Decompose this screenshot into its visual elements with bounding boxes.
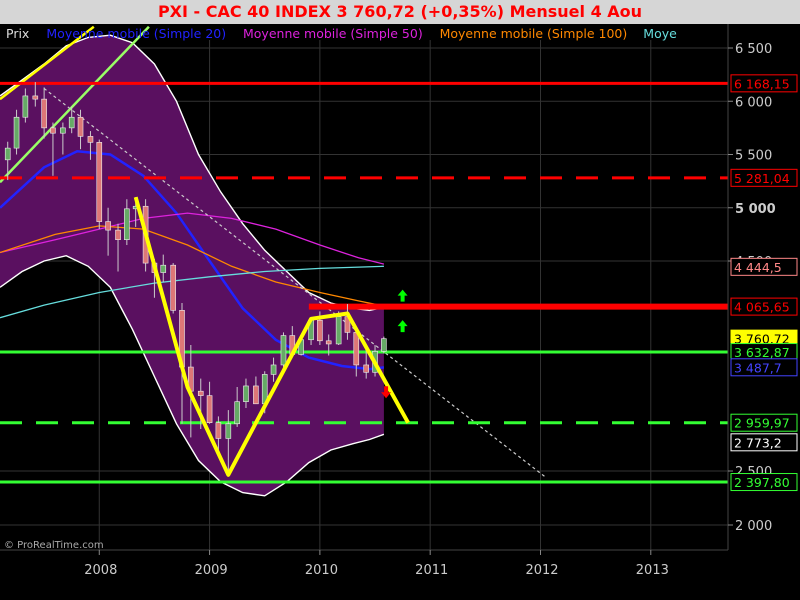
candle [234,401,240,425]
legend-item-5: Moye [643,26,677,41]
candle [115,229,121,241]
candle [160,264,167,273]
candle [197,390,204,396]
candle [68,116,75,129]
legend-item-1: Prix [6,26,29,41]
candle [32,95,39,100]
candle [206,395,213,423]
candle [170,264,176,311]
candle [50,127,56,134]
level-label: 3 632,87 [734,345,790,360]
candle [381,338,387,352]
level-label: 2 397,80 [734,475,790,490]
legend-item-4: Moyenne mobile (Simple 100) [440,26,628,41]
y-tick-label: 5 500 [735,149,772,164]
candle [325,340,332,345]
x-tick-label: 2008 [84,563,117,578]
candle [363,364,370,373]
level-label: 4 444,5 [734,260,782,275]
chart-canvas[interactable]: Prix Moyenne mobile (Simple 20) Moyenne mo… [0,0,800,600]
watermark: © ProRealTime.com [4,540,104,551]
level-label: 6 168,15 [734,76,790,91]
y-tick-label: 5 000 [735,202,776,217]
x-tick-label: 2009 [195,563,228,578]
candle [317,319,323,342]
candle [353,332,360,366]
x-tick-label: 2013 [636,563,669,578]
candle [41,98,47,129]
level-label: 5 281,04 [734,171,790,186]
y-tick-label: 2 000 [735,519,772,534]
candle [270,364,277,375]
x-tick-label: 2011 [415,563,448,578]
candle [87,136,94,143]
level-label: 4 065,65 [734,300,790,315]
candle [13,116,20,149]
candle [77,116,84,137]
chart-root: PXI - CAC 40 INDEX 3 760,72 (+0,35%) Men… [0,0,800,600]
level-label: 2 773,2 [734,435,782,450]
candle [243,385,249,403]
legend-item-3: Moyenne mobile (Simple 50) [243,26,423,41]
x-tick-label: 2010 [305,563,338,578]
candle [60,127,66,134]
candle [22,95,29,118]
candle [335,316,342,345]
candle [4,147,11,161]
candle [225,423,232,439]
candle [253,385,259,405]
level-label: 3 487,7 [734,360,782,375]
candle [215,422,222,439]
legend-item-2: Moyenne mobile (Simple 20) [46,26,226,41]
candle [96,142,103,222]
y-tick-label: 6 000 [735,95,772,110]
candle [105,221,111,231]
x-tick-label: 2012 [525,563,558,578]
level-label: 2 959,97 [734,416,790,431]
candle [280,335,287,366]
y-tick-label: 6 500 [735,42,772,57]
candle [124,208,130,241]
